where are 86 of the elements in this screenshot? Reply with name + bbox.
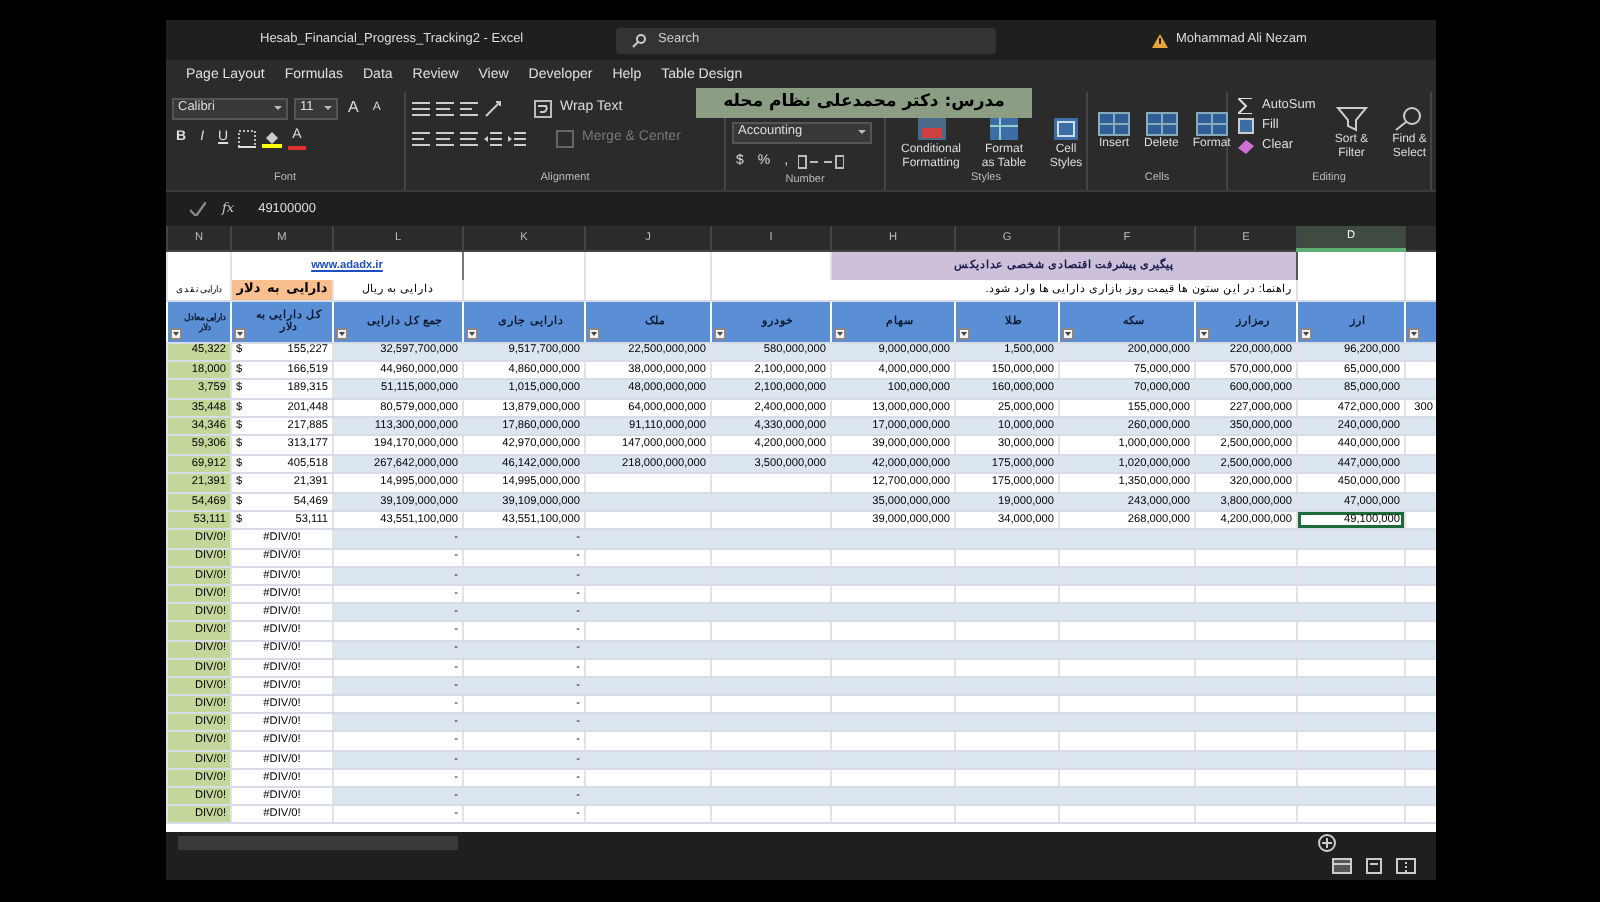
dropdown-icon[interactable] [336, 327, 348, 339]
caret-icon [858, 130, 866, 134]
horizontal-scrollbar[interactable] [178, 835, 458, 849]
cells-grid-icon [1195, 112, 1228, 136]
empty-cell [585, 805, 711, 824]
border-icon[interactable] [238, 129, 257, 147]
empty-cell [585, 658, 711, 677]
decrease-indent-icon[interactable] [484, 129, 502, 147]
normal-view-button[interactable] [1332, 858, 1352, 874]
empty-cell [585, 731, 711, 751]
check-icon[interactable] [190, 202, 206, 216]
dropdown-icon[interactable] [1198, 327, 1210, 339]
increase-indent-icon[interactable] [508, 129, 526, 147]
empty-cell [1059, 731, 1195, 751]
dropdown-icon[interactable] [1300, 327, 1312, 339]
empty-cell [955, 658, 1059, 677]
fill-color-icon[interactable] [262, 128, 283, 148]
empty-cell [831, 658, 955, 677]
empty-cell [1059, 621, 1195, 641]
empty-cell [1059, 805, 1195, 824]
align-right-icon[interactable] [460, 129, 478, 147]
empty-cell [711, 731, 831, 751]
fill-down-icon [1238, 118, 1254, 134]
empty-cell [711, 658, 831, 677]
caret-icon [274, 106, 282, 110]
align-top-icon[interactable] [412, 99, 430, 117]
empty-cell [955, 805, 1059, 824]
empty-cell [831, 805, 955, 824]
empty-cell [955, 548, 1059, 567]
warning-icon [1152, 33, 1168, 47]
page-break-button[interactable] [1396, 858, 1416, 874]
wrap-text-icon [534, 99, 552, 117]
empty-cell [585, 548, 711, 567]
empty-cell [711, 805, 831, 824]
empty-cell [711, 548, 831, 567]
empty-cell [1195, 621, 1297, 641]
dropdown-icon[interactable] [834, 327, 846, 339]
empty-cell [585, 473, 711, 493]
empty-cell [1059, 548, 1195, 567]
caret-icon [324, 106, 332, 110]
align-bottom-icon[interactable] [460, 99, 478, 117]
empty-cell [1195, 548, 1297, 567]
page-layout-button[interactable] [1364, 858, 1384, 874]
conditional-format-icon [915, 116, 947, 142]
empty-cell [955, 731, 1059, 751]
instructor-caption: مدرس: دکتر محمدعلی نظام محله [696, 88, 1032, 118]
sum-icon [1238, 98, 1254, 114]
orientation-icon[interactable] [484, 99, 504, 117]
empty-cell [711, 473, 831, 493]
add-sheet-icon[interactable] [1318, 833, 1336, 851]
empty-cell [955, 621, 1059, 641]
search-icon [632, 33, 646, 47]
dropdown-icon[interactable] [714, 327, 726, 339]
empty-cell [831, 621, 955, 641]
table-format-icon [988, 116, 1020, 142]
increase-decimal-icon[interactable] [798, 154, 819, 170]
empty-cell [1195, 731, 1297, 751]
dropdown-icon[interactable] [466, 327, 478, 339]
empty-cell [585, 621, 711, 641]
merge-icon [556, 129, 574, 147]
dropdown-icon[interactable] [1408, 327, 1420, 339]
cell-styles-icon [1050, 116, 1082, 142]
magnifier-icon [1393, 106, 1426, 132]
dropdown-icon[interactable] [1062, 327, 1074, 339]
empty-cell [1059, 658, 1195, 677]
page-layout-icon [1364, 858, 1384, 874]
empty-cell [1195, 805, 1297, 824]
sort-filter-icon [1335, 106, 1368, 132]
empty-cell [831, 548, 955, 567]
empty-cell [1195, 658, 1297, 677]
dropdown-icon[interactable] [234, 327, 246, 339]
dropdown-icon[interactable] [588, 327, 600, 339]
page-break-icon [1396, 858, 1416, 874]
empty-cell [831, 731, 955, 751]
align-middle-icon[interactable] [436, 99, 454, 117]
dropdown-icon[interactable] [958, 327, 970, 339]
decrease-decimal-icon[interactable] [824, 154, 845, 170]
normal-view-icon [1332, 858, 1352, 874]
grow-font-button[interactable]: A [344, 98, 363, 118]
eraser-icon [1238, 138, 1254, 154]
align-left-icon[interactable] [412, 129, 430, 147]
align-center-icon[interactable] [436, 129, 454, 147]
cells-grid-icon [1145, 112, 1178, 136]
empty-cell [711, 621, 831, 641]
dropdown-icon[interactable] [170, 327, 182, 339]
cells-grid-icon [1098, 112, 1130, 136]
